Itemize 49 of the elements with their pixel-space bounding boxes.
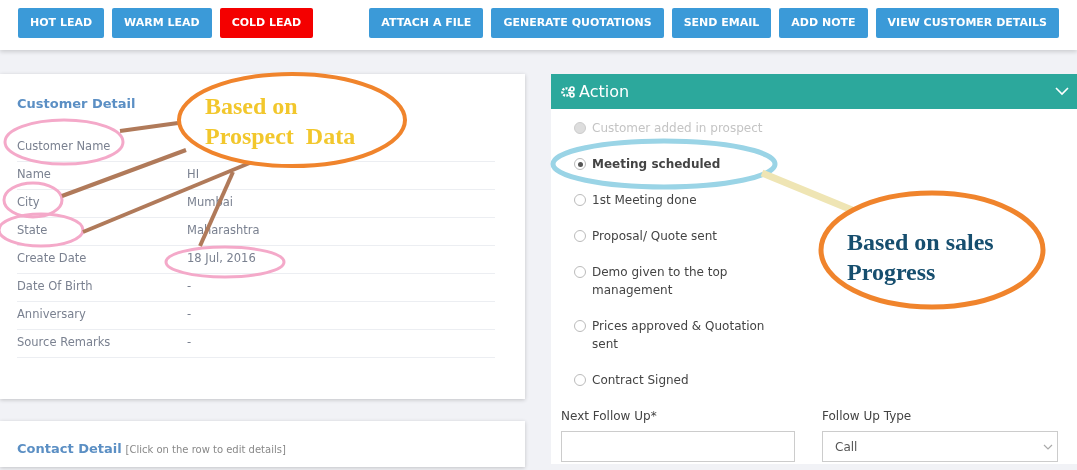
option-label: Prices approved & Quotation sent bbox=[592, 318, 766, 353]
field-label: Source Remarks bbox=[17, 334, 112, 352]
radio-button[interactable] bbox=[574, 320, 586, 332]
lead-button[interactable]: COLD LEAD bbox=[219, 8, 314, 38]
action-button[interactable]: ATTACH A FILE bbox=[369, 8, 484, 38]
action-button[interactable]: GENERATE QUOTATIONS bbox=[491, 8, 664, 38]
panel-title: Action bbox=[579, 80, 630, 103]
radio-button[interactable] bbox=[574, 230, 586, 242]
field-value: 18 Jul, 2016 bbox=[187, 250, 256, 268]
option-label: Contract Signed bbox=[592, 372, 689, 389]
field-value: - bbox=[187, 278, 192, 296]
lead-button[interactable]: HOT LEAD bbox=[18, 8, 105, 38]
hint-text: [Click on the row to edit details] bbox=[125, 444, 286, 455]
field-value: HI bbox=[187, 166, 200, 184]
input-field[interactable] bbox=[561, 431, 795, 462]
action-button[interactable]: ADD NOTE bbox=[779, 8, 868, 38]
select-field[interactable]: Call bbox=[822, 431, 1058, 462]
option-label: Demo given to the top management bbox=[592, 264, 729, 299]
field-label: Anniversary bbox=[17, 306, 87, 324]
field-label: Create Date bbox=[17, 250, 88, 268]
field-label: City bbox=[17, 194, 41, 212]
field-label: Follow Up Type bbox=[822, 408, 913, 425]
radio-button[interactable] bbox=[574, 158, 586, 170]
radio-button[interactable] bbox=[574, 374, 586, 386]
field-label: Name bbox=[17, 166, 52, 184]
leader-line bbox=[119, 121, 179, 133]
card-title: Contact Detail bbox=[17, 441, 122, 456]
highlight-ellipse bbox=[2, 181, 64, 219]
action-button[interactable]: VIEW CUSTOMER DETAILS bbox=[875, 8, 1059, 38]
callout-text: Based on sales Progress bbox=[847, 228, 994, 287]
radio-button[interactable] bbox=[574, 194, 586, 206]
chevron-icon[interactable] bbox=[1055, 87, 1069, 96]
option-label: Customer added in prospect bbox=[592, 120, 763, 137]
field-label: Customer Name bbox=[17, 138, 111, 156]
field-value: - bbox=[187, 306, 192, 324]
field-value: - bbox=[187, 334, 192, 352]
option-label: Proposal/ Quote sent bbox=[592, 228, 718, 245]
option-label: Meeting scheduled bbox=[592, 156, 721, 173]
radio-button[interactable] bbox=[574, 266, 586, 278]
action-button[interactable]: SEND EMAIL bbox=[671, 8, 772, 38]
field-label: Next Follow Up* bbox=[561, 408, 658, 425]
field-label: State bbox=[17, 222, 49, 240]
option-label: 1st Meeting done bbox=[592, 192, 697, 209]
callout-text: Based on Prospect Data bbox=[205, 92, 356, 151]
card-title: Customer Detail bbox=[17, 95, 136, 113]
lead-button[interactable]: WARM LEAD bbox=[112, 8, 212, 38]
caret-icon bbox=[1043, 443, 1053, 450]
gears-icon bbox=[561, 85, 575, 98]
field-label: Date Of Birth bbox=[17, 278, 94, 296]
